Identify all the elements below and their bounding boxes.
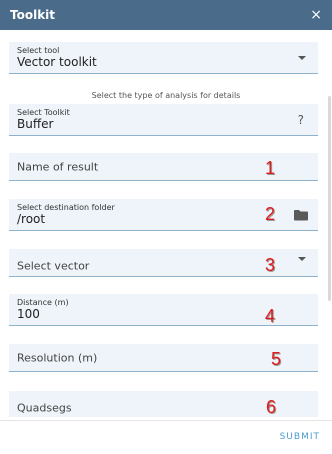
annotation-marker-4: 4 [265, 306, 276, 326]
select-tool-value: Vector toolkit [17, 55, 97, 69]
select-toolkit-dropdown[interactable]: Select Toolkit Buffer ? [9, 104, 318, 136]
name-of-result-placeholder: Name of result [17, 160, 99, 173]
select-tool-label: Select tool [17, 46, 60, 55]
resolution-placeholder: Resolution (m) [17, 351, 98, 364]
annotation-marker-3: 3 [265, 255, 276, 275]
submit-button[interactable]: SUBMIT [280, 432, 320, 442]
panel-header: Toolkit × [0, 0, 332, 30]
annotation-marker-6: 6 [266, 397, 277, 417]
footer-divider [0, 420, 332, 421]
distance-value: 100 [17, 307, 40, 321]
annotation-marker-1: 1 [265, 158, 276, 178]
annotation-marker-2: 2 [265, 204, 276, 224]
analysis-hint: Select the type of analysis for details [91, 91, 241, 100]
select-tool-dropdown[interactable]: Select tool Vector toolkit [9, 42, 318, 74]
select-toolkit-label: Select Toolkit [17, 108, 70, 117]
select-vector-placeholder: Select vector [17, 259, 90, 273]
scrollbar[interactable] [328, 96, 331, 301]
destination-folder-value: /root [17, 212, 46, 226]
quadsegs-placeholder: Quadsegs [17, 401, 72, 415]
folder-icon[interactable] [294, 209, 308, 220]
toolkit-panel: Toolkit × Select tool Vector toolkit Sel… [0, 0, 332, 454]
panel-title: Toolkit [10, 8, 56, 22]
destination-folder-label: Select destination folder [17, 203, 115, 212]
select-toolkit-value: Buffer [17, 117, 54, 131]
close-icon[interactable]: × [310, 8, 322, 22]
dropdown-caret-icon [298, 55, 306, 60]
dropdown-caret-icon [298, 257, 306, 262]
distance-label: Distance (m) [17, 298, 69, 307]
annotation-marker-5: 5 [271, 349, 282, 369]
help-icon[interactable]: ? [298, 113, 304, 127]
